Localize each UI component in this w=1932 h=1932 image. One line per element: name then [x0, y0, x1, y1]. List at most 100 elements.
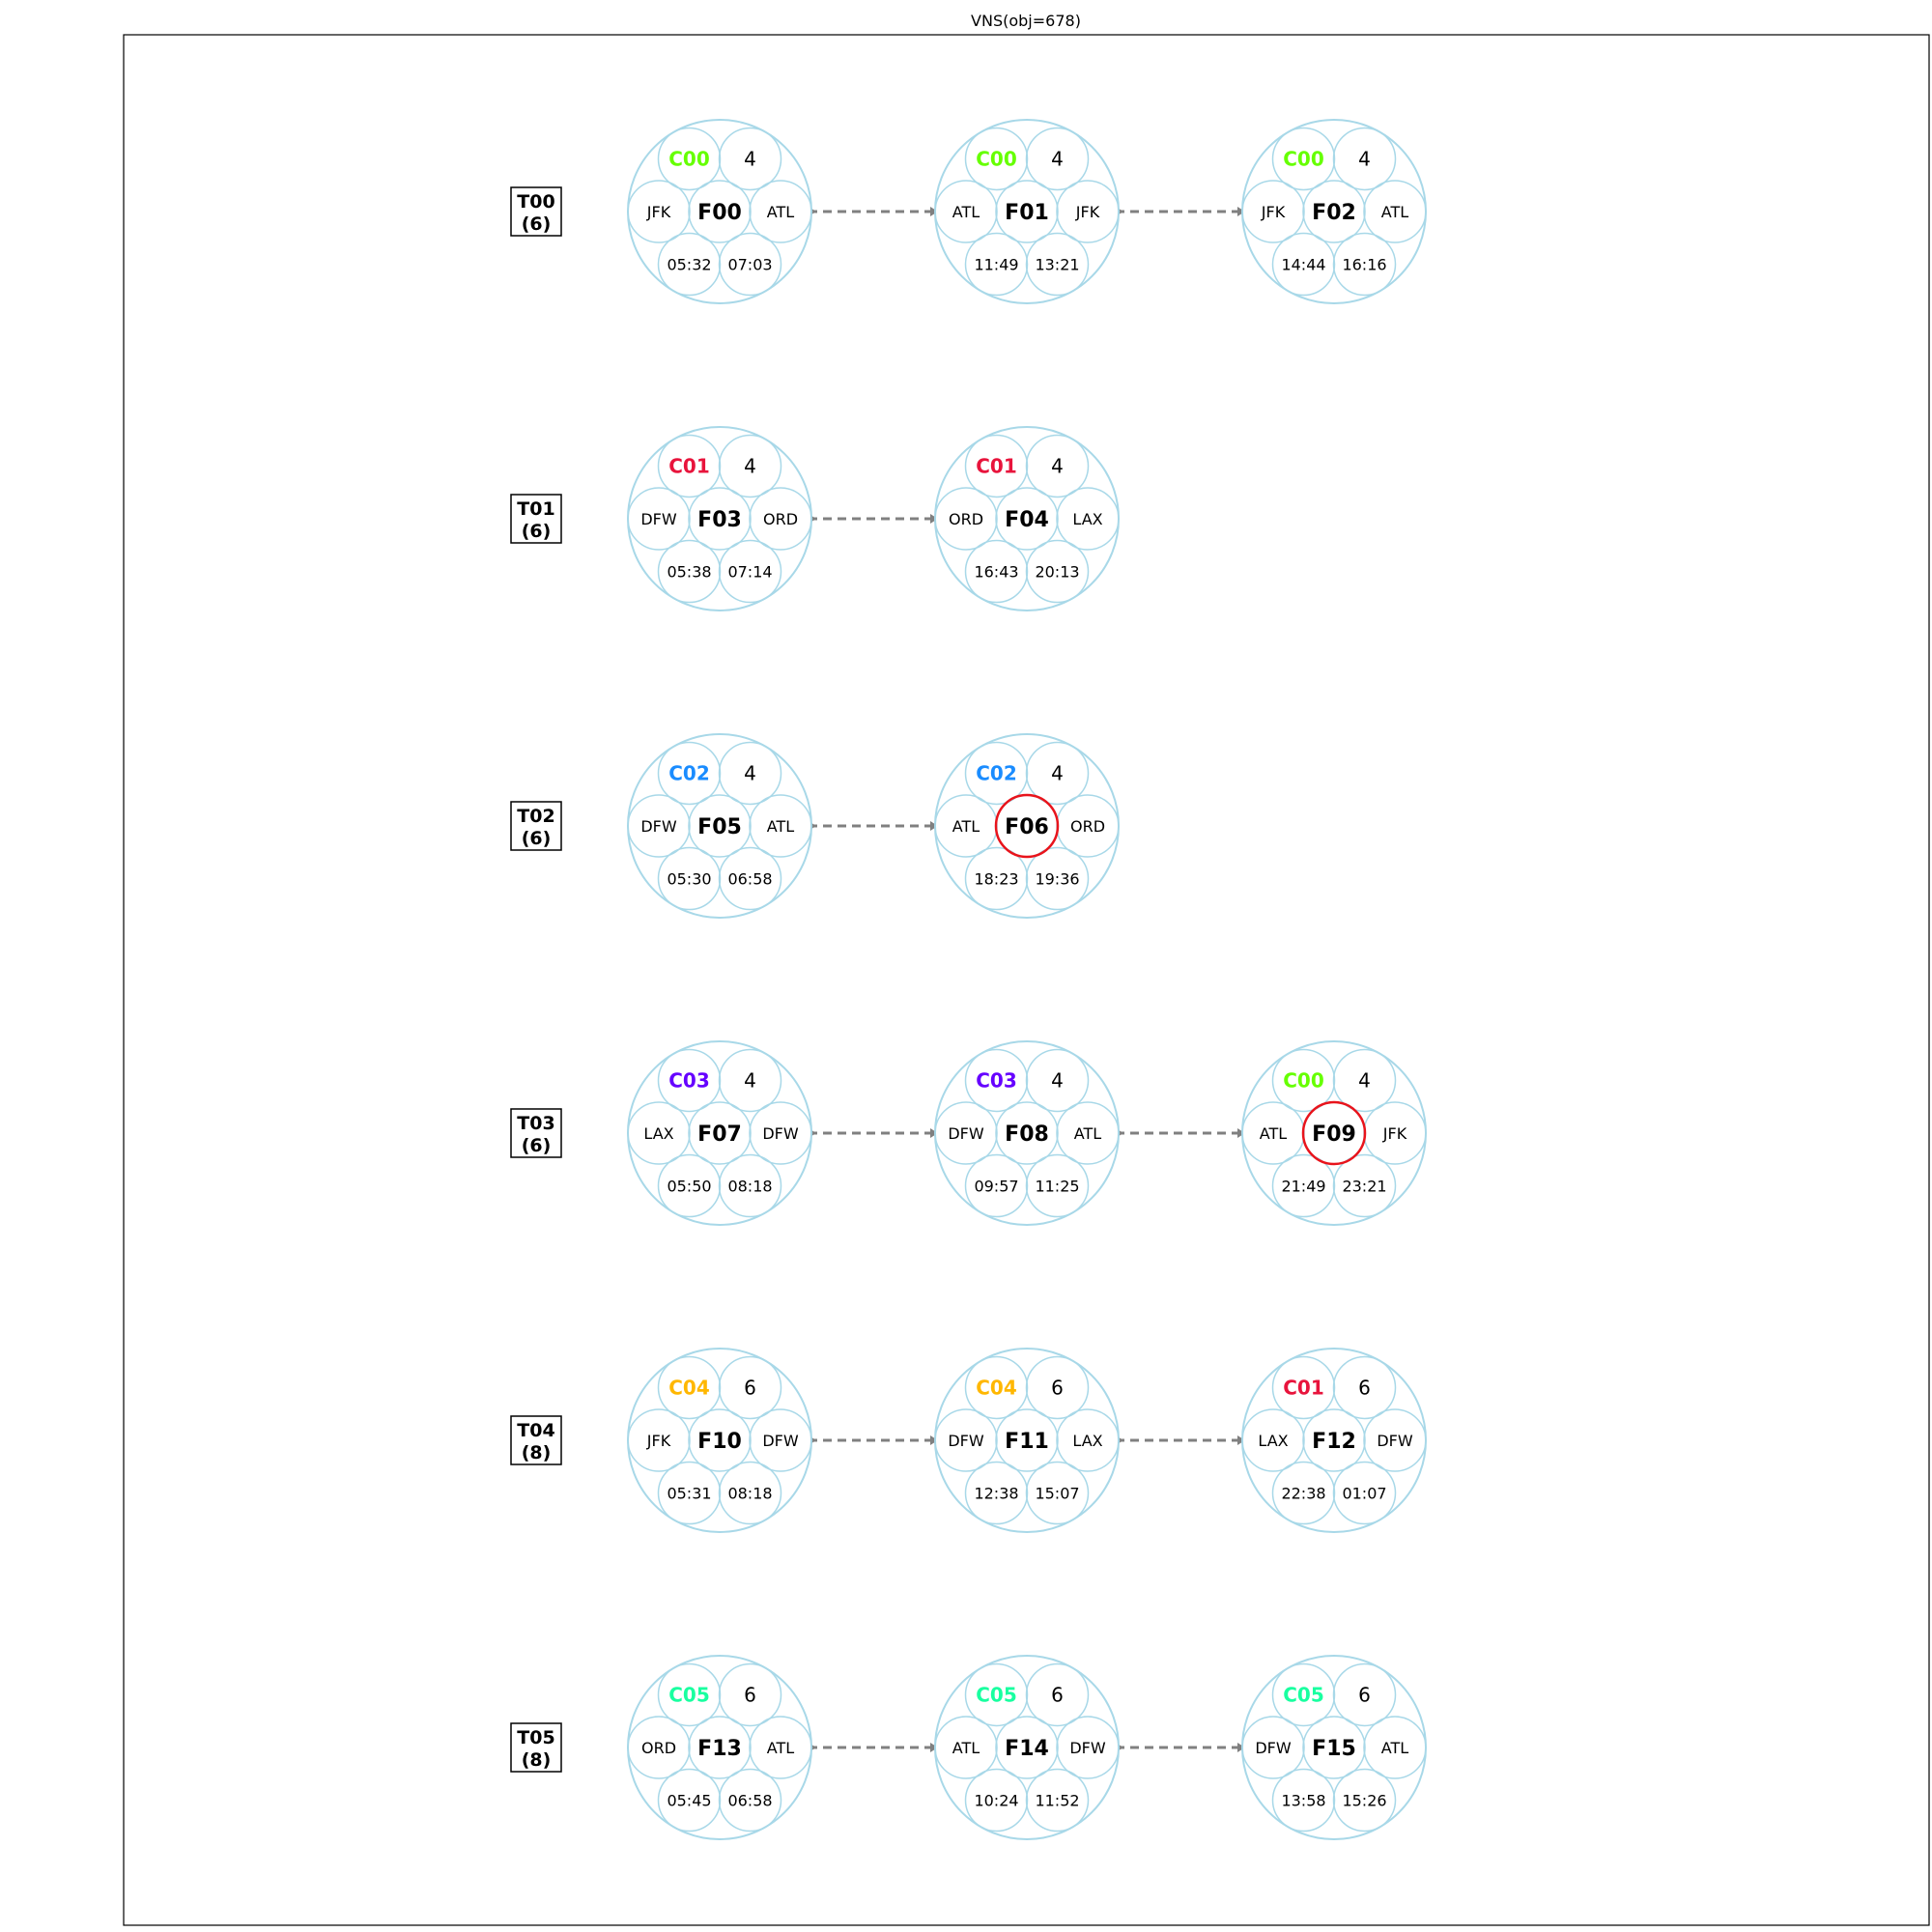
tail-label-id: T01 — [517, 498, 554, 520]
quantity-label: 6 — [1358, 1684, 1371, 1707]
origin-label: JFK — [646, 1432, 671, 1450]
arrival-time: 11:52 — [1035, 1791, 1079, 1809]
quantity-label: 4 — [744, 455, 756, 478]
departure-time: 21:49 — [1281, 1177, 1325, 1195]
destination-label: DFW — [762, 1432, 799, 1450]
crew-label: C03 — [976, 1069, 1017, 1093]
quantity-label: 4 — [1051, 148, 1064, 171]
tail-label-id: T04 — [517, 1420, 554, 1441]
crew-label: C03 — [668, 1069, 710, 1093]
arrival-time: 11:25 — [1035, 1177, 1079, 1195]
tail-label: T02(6) — [510, 801, 562, 851]
tail-label: T03(6) — [510, 1108, 562, 1158]
destination-label: ATL — [1381, 1739, 1408, 1757]
crew-label: C01 — [668, 455, 710, 478]
arrival-time: 06:58 — [727, 869, 772, 888]
quantity-label: 4 — [1051, 762, 1064, 785]
departure-time: 11:49 — [974, 255, 1018, 273]
arrival-time: 07:03 — [727, 255, 772, 273]
flight-node: C01 6 LAX DFW 22:38 01:07 F12 — [1241, 1348, 1427, 1533]
crew-label: C01 — [1283, 1377, 1324, 1400]
flight-id: F08 — [1005, 1122, 1049, 1147]
arrival-time: 20:13 — [1035, 562, 1079, 581]
departure-time: 10:24 — [974, 1791, 1018, 1809]
quantity-label: 4 — [1358, 1069, 1371, 1093]
destination-label: ATL — [1074, 1124, 1101, 1143]
flight-node: C00 4 JFK ATL 14:44 16:16 F02 — [1241, 119, 1427, 304]
flight-id: F02 — [1312, 201, 1356, 225]
tail-label: T04(8) — [510, 1415, 562, 1465]
arrival-time: 15:07 — [1035, 1484, 1079, 1502]
origin-label: JFK — [1261, 203, 1286, 221]
diagram-title: VNS(obj=678) — [971, 12, 1081, 30]
tail-label: T05(8) — [510, 1722, 562, 1773]
flight-node: C00 4 JFK ATL 05:32 07:03 F00 — [627, 119, 812, 304]
origin-label: DFW — [948, 1432, 984, 1450]
flight-id: F11 — [1005, 1430, 1049, 1454]
crew-label: C05 — [1283, 1684, 1324, 1707]
origin-label: DFW — [640, 817, 677, 836]
origin-label: ATL — [952, 203, 980, 221]
origin-label: DFW — [948, 1124, 984, 1143]
flight-id: F06 — [1005, 815, 1049, 839]
quantity-label: 4 — [744, 148, 756, 171]
destination-label: JFK — [1075, 203, 1100, 221]
crew-label: C04 — [976, 1377, 1017, 1400]
tail-label-count: (6) — [522, 521, 552, 542]
flight-id: F00 — [697, 201, 742, 225]
quantity-label: 4 — [744, 1069, 756, 1093]
arrival-time: 08:18 — [727, 1484, 772, 1502]
departure-time: 12:38 — [974, 1484, 1018, 1502]
crew-label: C04 — [668, 1377, 710, 1400]
destination-label: ORD — [763, 510, 798, 528]
origin-label: ORD — [641, 1739, 676, 1757]
departure-time: 18:23 — [974, 869, 1018, 888]
departure-time: 22:38 — [1281, 1484, 1325, 1502]
destination-label: JFK — [1382, 1124, 1407, 1143]
origin-label: LAX — [643, 1124, 673, 1143]
tail-label-count: (6) — [522, 1135, 552, 1156]
destination-label: ATL — [767, 203, 794, 221]
crew-label: C01 — [976, 455, 1017, 478]
flight-node: C03 4 LAX DFW 05:50 08:18 F07 — [627, 1040, 812, 1226]
departure-time: 05:45 — [667, 1791, 711, 1809]
destination-label: DFW — [1377, 1432, 1413, 1450]
tail-label-id: T03 — [517, 1113, 554, 1134]
flight-node: C04 6 DFW LAX 12:38 15:07 F11 — [934, 1348, 1120, 1533]
origin-label: JFK — [646, 203, 671, 221]
origin-label: DFW — [640, 510, 677, 528]
crew-label: C00 — [976, 148, 1017, 171]
tail-label-id: T02 — [517, 806, 554, 827]
flight-node: C03 4 DFW ATL 09:57 11:25 F08 — [934, 1040, 1120, 1226]
crew-label: C00 — [668, 148, 710, 171]
quantity-label: 4 — [744, 762, 756, 785]
diagram-content: T00(6)C00 4JFK ATL05:32 07:03F00C00 4ATL JFK1… — [510, 119, 1427, 1840]
origin-label: LAX — [1258, 1432, 1288, 1450]
flight-id: F13 — [697, 1737, 742, 1761]
tail-label-count: (6) — [522, 828, 552, 849]
flight-id: F14 — [1005, 1737, 1049, 1761]
plot-frame — [123, 34, 1930, 1926]
crew-label: C02 — [976, 762, 1017, 785]
flight-id: F07 — [697, 1122, 742, 1147]
schedule-diagram: VNS(obj=678) T00(6)C00 4JFK ATL05:32 07:03F… — [123, 12, 1930, 1926]
flight-node: C05 6 ATL DFW 10:24 11:52 F14 — [934, 1655, 1120, 1840]
flight-node: C00 4 ATL JFK 21:49 23:21 F09 — [1241, 1040, 1427, 1226]
crew-label: C02 — [668, 762, 710, 785]
departure-time: 05:31 — [667, 1484, 711, 1502]
destination-label: ATL — [767, 1739, 794, 1757]
tail-label-count: (6) — [522, 213, 552, 235]
quantity-label: 6 — [744, 1684, 756, 1707]
origin-label: ATL — [952, 1739, 980, 1757]
arrival-time: 07:14 — [727, 562, 772, 581]
tail-label-id: T00 — [517, 191, 554, 213]
flight-node: C02 4 ATL ORD 18:23 19:36 F06 — [934, 733, 1120, 919]
destination-label: DFW — [762, 1124, 799, 1143]
arrival-time: 06:58 — [727, 1791, 772, 1809]
origin-label: ATL — [1260, 1124, 1287, 1143]
flight-id: F09 — [1312, 1122, 1356, 1147]
origin-label: DFW — [1255, 1739, 1292, 1757]
arrival-time: 01:07 — [1342, 1484, 1386, 1502]
quantity-label: 6 — [1051, 1377, 1064, 1400]
flight-id: F15 — [1312, 1737, 1356, 1761]
